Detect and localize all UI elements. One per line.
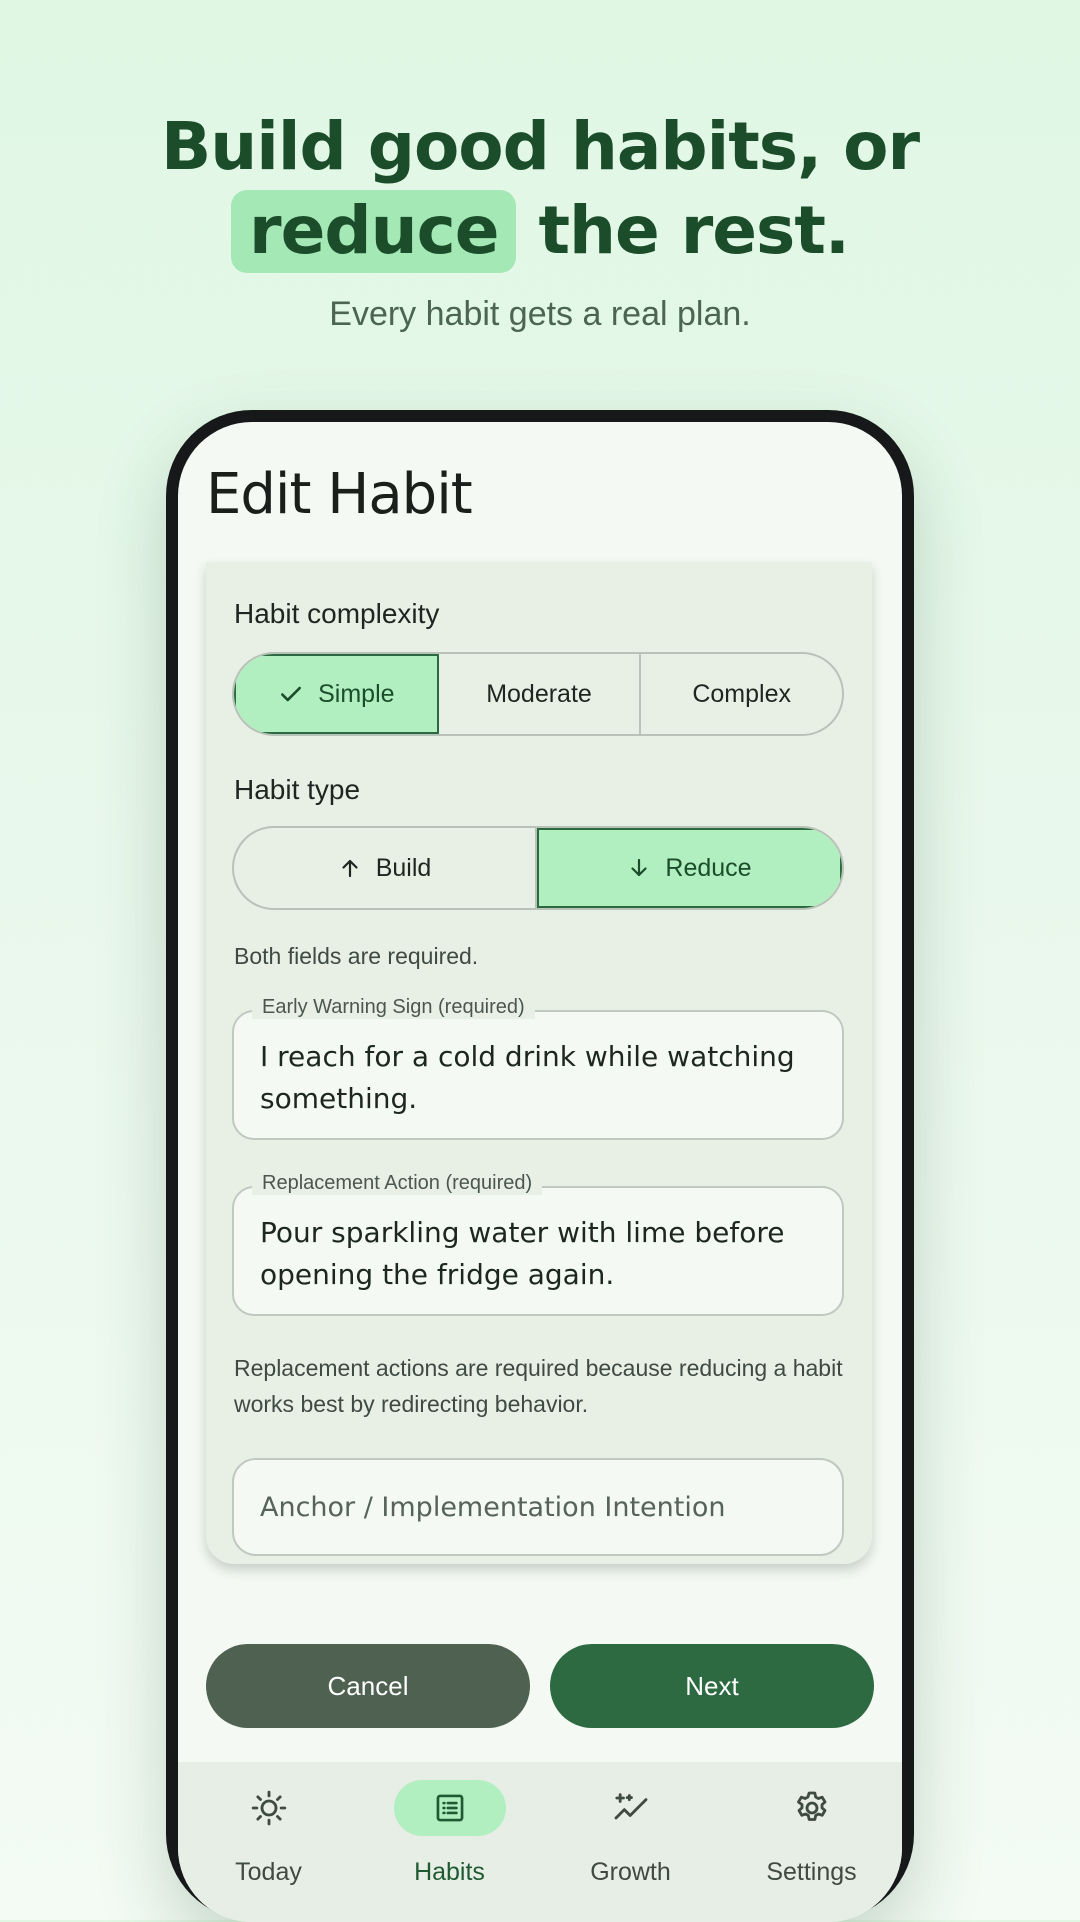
complexity-selector: Simple Moderate Complex — [232, 652, 844, 736]
headline-highlight: reduce — [231, 190, 517, 273]
complexity-complex-label: Complex — [692, 679, 791, 708]
habit-form-card: Habit complexity Simple Moderate Complex… — [206, 562, 872, 1564]
bottom-navigation: Today Habits Growth Settings — [178, 1762, 902, 1922]
list-icon — [393, 1780, 506, 1836]
type-build-label: Build — [375, 853, 432, 882]
next-button[interactable]: Next — [550, 1644, 874, 1728]
headline-line-1: Build good habits, or — [160, 108, 920, 185]
nav-label-growth: Growth — [590, 1858, 671, 1886]
complexity-simple-label: Simple — [318, 679, 395, 708]
habit-type-selector: Build Reduce — [232, 826, 844, 910]
early-warning-label: Early Warning Sign (required) — [252, 996, 535, 1019]
complexity-simple-button[interactable]: Simple — [234, 654, 439, 734]
nav-item-settings[interactable]: Settings — [721, 1762, 902, 1922]
nav-item-habits[interactable]: Habits — [359, 1762, 540, 1922]
nav-label-habits: Habits — [414, 1858, 485, 1886]
type-reduce-button[interactable]: Reduce — [537, 828, 842, 908]
phone-frame: Edit Habit Habit complexity Simple Moder… — [166, 410, 914, 1922]
sun-icon — [213, 1780, 325, 1836]
early-warning-field[interactable]: Early Warning Sign (required) I reach fo… — [232, 996, 844, 1140]
gear-icon — [756, 1780, 868, 1836]
nav-item-growth[interactable]: Growth — [540, 1762, 721, 1922]
headline-line-2: reduce the rest. — [0, 189, 1080, 273]
habit-type-label: Habit type — [234, 774, 361, 805]
replacement-action-value: Pour sparkling water with lime before op… — [260, 1216, 785, 1291]
arrow-down-icon — [627, 856, 651, 880]
headline-rest: the rest. — [538, 192, 849, 269]
type-build-button[interactable]: Build — [234, 828, 537, 908]
replacement-action-field[interactable]: Replacement Action (required) Pour spark… — [232, 1172, 844, 1316]
sparkle-chart-icon — [575, 1780, 687, 1836]
complexity-label: Habit complexity — [234, 598, 440, 629]
headline: Build good habits, or reduce the rest. — [0, 105, 1080, 273]
cancel-button[interactable]: Cancel — [206, 1644, 530, 1728]
phone-screen: Edit Habit Habit complexity Simple Moder… — [178, 422, 902, 1922]
complexity-moderate-button[interactable]: Moderate — [439, 654, 642, 734]
hero-section: Build good habits, or reduce the rest. E… — [0, 105, 1080, 334]
nav-item-today[interactable]: Today — [178, 1762, 359, 1922]
type-reduce-label: Reduce — [665, 853, 752, 882]
hero-subtitle: Every habit gets a real plan. — [329, 295, 751, 333]
replacement-note: Replacement actions are required because… — [234, 1355, 843, 1417]
page-title: Edit Habit — [206, 462, 473, 527]
complexity-moderate-label: Moderate — [486, 679, 592, 708]
early-warning-value: I reach for a cold drink while watching … — [260, 1040, 795, 1115]
arrow-up-icon — [338, 856, 362, 880]
nav-label-settings: Settings — [766, 1858, 857, 1886]
replacement-action-label: Replacement Action (required) — [252, 1172, 543, 1195]
check-icon — [278, 681, 304, 707]
nav-label-today: Today — [235, 1858, 302, 1886]
anchor-input[interactable]: Anchor / Implementation Intention — [232, 1458, 844, 1556]
required-note: Both fields are required. — [234, 943, 479, 969]
complexity-complex-button[interactable]: Complex — [641, 654, 842, 734]
